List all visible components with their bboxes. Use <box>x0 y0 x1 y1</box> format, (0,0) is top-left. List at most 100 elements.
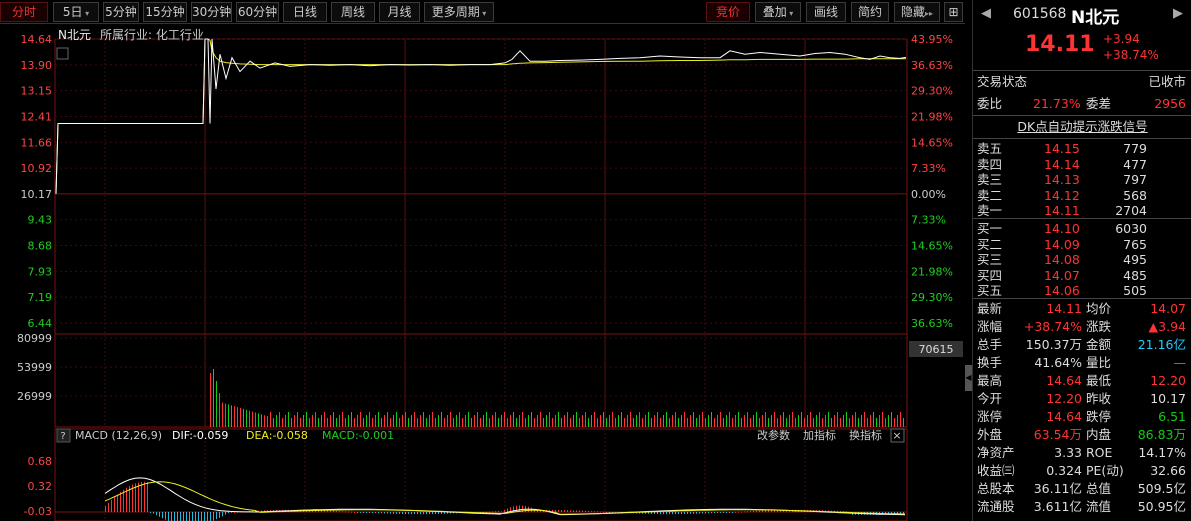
tool-button-2[interactable]: 画线 <box>806 2 846 22</box>
volume-bar <box>411 415 412 427</box>
volume-bar <box>840 418 841 427</box>
intraday-chart[interactable]: 14.64 43.95% 13.90 36.63% 13.15 29.30% 12.41 21… <box>0 25 965 521</box>
divider <box>973 298 1191 299</box>
current-price: 14.11 <box>1025 32 1095 57</box>
stat-label: 最新 <box>977 301 1003 316</box>
volume-bar <box>858 418 859 427</box>
volume-bar <box>672 415 673 427</box>
volume-bar <box>285 415 286 427</box>
macd-bar <box>339 511 340 513</box>
volume-bar <box>423 412 424 427</box>
macd-bar <box>684 512 685 515</box>
macd-bar <box>555 509 556 512</box>
volume-bar <box>372 418 373 427</box>
macd-bar <box>144 481 145 512</box>
macd-bar <box>330 510 331 512</box>
stats-row: 流通股 3.611亿 流值 50.95亿 <box>973 498 1191 516</box>
period-button-8[interactable]: 月线 <box>379 2 420 22</box>
period-label: 15分钟 <box>145 5 185 19</box>
macd-bar <box>735 511 736 513</box>
volume-bar <box>282 418 283 427</box>
pct-tick-label: 36.63% <box>911 59 953 72</box>
volume-bar <box>420 415 421 427</box>
period-button-9[interactable]: 更多周期 ▾ <box>424 2 494 22</box>
tool-button-0[interactable]: 竞价 <box>706 2 750 22</box>
macd-bar <box>351 511 352 513</box>
chevron-down-icon: ▾ <box>786 9 794 18</box>
tool-button-3[interactable]: 简约 <box>851 2 889 22</box>
volume-bar <box>627 415 628 427</box>
period-button-6[interactable]: 日线 <box>283 2 327 22</box>
volume-bar <box>360 412 361 427</box>
volume-bar <box>498 418 499 427</box>
volume-bar <box>489 418 490 427</box>
volume-bar <box>762 415 763 427</box>
macd-bar <box>699 512 700 514</box>
macd-bar <box>333 510 334 512</box>
asks-row: 卖四 14.14 477 <box>973 157 1191 172</box>
level-volume: 6030 <box>1115 221 1147 236</box>
macd-bar <box>729 512 730 513</box>
macd-bar <box>177 512 178 521</box>
macd-bar <box>387 512 388 514</box>
grid-menu-icon[interactable]: ⊞ <box>944 2 963 22</box>
macd-bar <box>195 512 196 521</box>
volume-bar <box>462 418 463 427</box>
macd-bar <box>558 509 559 512</box>
close-icon[interactable] <box>56 47 69 60</box>
volume-bar <box>366 415 367 427</box>
macd-bar <box>405 512 406 515</box>
macd-bar <box>411 512 412 515</box>
macd-frame <box>54 428 908 521</box>
macd-bar <box>117 494 118 512</box>
volume-bar <box>633 418 634 427</box>
panel-collapse-handle[interactable]: ◀ <box>965 365 972 391</box>
prev-stock-icon[interactable]: ◀ <box>981 6 991 21</box>
stat-value: 3.611亿 <box>1033 499 1082 514</box>
volume-bar <box>399 418 400 427</box>
price-tick-label: 9.43 <box>28 214 53 227</box>
macd-bar <box>600 511 601 513</box>
volume-bar <box>834 415 835 427</box>
macd-bar <box>678 512 679 515</box>
signal-link[interactable]: DK点自动提示涨跌信号 <box>1017 119 1147 134</box>
volume-bar <box>747 412 748 427</box>
macd-bar <box>717 512 718 513</box>
volume-bar <box>474 415 475 427</box>
volume-bar <box>726 415 727 427</box>
volume-bar <box>810 412 811 427</box>
volume-bar <box>780 415 781 427</box>
volume-bar <box>711 412 712 427</box>
volume-bar <box>591 415 592 427</box>
volume-bar <box>294 415 295 427</box>
stat-label: 总值 <box>1086 481 1112 496</box>
chart-industry: 所属行业: 化工行业 <box>100 28 204 42</box>
stat-value: 41.64% <box>1034 355 1082 370</box>
period-button-2[interactable]: 5分钟 <box>103 2 139 22</box>
period-button-7[interactable]: 周线 <box>331 2 375 22</box>
level-label: 买五 <box>977 283 1003 298</box>
volume-bar <box>558 412 559 427</box>
tool-button-1[interactable]: 叠加 ▾ <box>755 2 801 22</box>
period-button-1[interactable]: 5日 ▾ <box>53 2 99 22</box>
next-stock-icon[interactable]: ▶ <box>1173 6 1183 21</box>
volume-bar <box>456 415 457 427</box>
price-tick-label: 7.19 <box>28 291 53 304</box>
period-label: 分时 <box>11 5 36 19</box>
volume-bar <box>243 408 244 427</box>
volume-bar <box>771 415 772 427</box>
volume-bar <box>501 415 502 427</box>
level-price: 14.09 <box>1044 236 1080 252</box>
macd-bar <box>501 511 502 513</box>
period-button-3[interactable]: 15分钟 <box>143 2 187 22</box>
period-button-5[interactable]: 60分钟 <box>236 2 279 22</box>
period-button-4[interactable]: 30分钟 <box>191 2 232 22</box>
volume-bar <box>816 415 817 427</box>
volume-bar <box>579 418 580 427</box>
macd-close-label: × <box>892 429 901 442</box>
stat-value: 14.17% <box>1138 445 1186 460</box>
period-button-0[interactable]: 分时 <box>0 2 48 22</box>
tool-button-4[interactable]: 隐藏▸▸ <box>894 2 940 22</box>
price-tick-label: 11.66 <box>21 136 53 149</box>
trade-status-label: 交易状态 <box>977 74 1028 89</box>
